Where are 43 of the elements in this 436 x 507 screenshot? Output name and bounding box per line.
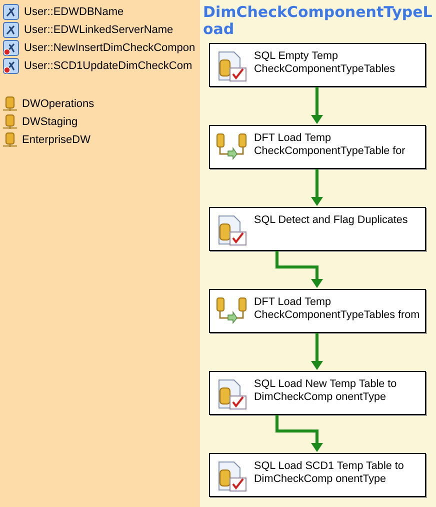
- connection-name[interactable]: DWStaging: [22, 116, 78, 128]
- connector-arrow[interactable]: [311, 333, 323, 370]
- database-icon: [3, 96, 17, 112]
- sql-task-icon: [216, 378, 248, 410]
- sql-task-icon: [216, 214, 248, 246]
- task-box[interactable]: SQL Load New Temp Table to DimCheckComp onentType: [209, 371, 426, 415]
- task-label: DFT Load Temp: [254, 296, 332, 309]
- task-box[interactable]: SQL Detect and Flag Duplicates: [209, 207, 426, 251]
- connector-arrow[interactable]: [276, 251, 323, 288]
- task-label: CheckComponentTypeTables from: [254, 309, 420, 322]
- task-label: SQL Load SCD1 Temp Table to: [254, 460, 404, 473]
- variable-name[interactable]: User::EDWLinkedServerName: [24, 24, 174, 36]
- task-label: SQL Empty Temp: [254, 50, 340, 63]
- variable-name[interactable]: User::NewInsertDimCheckCompon: [24, 42, 196, 54]
- task-label: CheckComponentTypeTables: [254, 63, 396, 76]
- flagged-variable-icon: [3, 58, 19, 74]
- task-label: DFT Load Temp: [254, 132, 332, 145]
- data-flow-icon: [216, 296, 248, 324]
- database-icon: [3, 114, 17, 130]
- variable-name[interactable]: User::SCD1UpdateDimCheckCom: [24, 60, 192, 72]
- variable-icon: [3, 22, 19, 38]
- task-box[interactable]: DFT Load Temp CheckComponentTypeTables from: [209, 289, 426, 333]
- task-box[interactable]: DFT Load Temp CheckComponentTypeTable for: [209, 125, 426, 169]
- database-icon: [3, 132, 17, 148]
- task-box[interactable]: SQL Load SCD1 Temp Table to DimCheckComp onentType: [209, 453, 426, 497]
- task-label: SQL Load New Temp Table to: [254, 378, 397, 391]
- sql-task-icon: [216, 460, 248, 492]
- task-label: DimCheckComp onentType: [254, 391, 388, 404]
- connection-name[interactable]: EnterpriseDW: [22, 134, 90, 146]
- variable-name[interactable]: User::EDWDBName: [24, 6, 124, 18]
- task-label: CheckComponentTypeTable for: [254, 145, 406, 158]
- connector-arrow[interactable]: [311, 169, 323, 206]
- data-flow-icon: [216, 132, 248, 160]
- sql-task-icon: [216, 50, 248, 82]
- connection-name[interactable]: DWOperations: [22, 98, 94, 110]
- package-title: DimCheckComponentTypeLoad: [203, 4, 434, 38]
- task-label: DimCheckComp onentType: [254, 473, 388, 486]
- task-box[interactable]: SQL Empty Temp CheckComponentTypeTables: [209, 43, 426, 87]
- variable-icon: [3, 4, 19, 20]
- connector-arrow[interactable]: [311, 87, 323, 124]
- connector-arrow[interactable]: [276, 415, 323, 452]
- flagged-variable-icon: [3, 40, 19, 56]
- task-label: SQL Detect and Flag Duplicates: [254, 214, 408, 227]
